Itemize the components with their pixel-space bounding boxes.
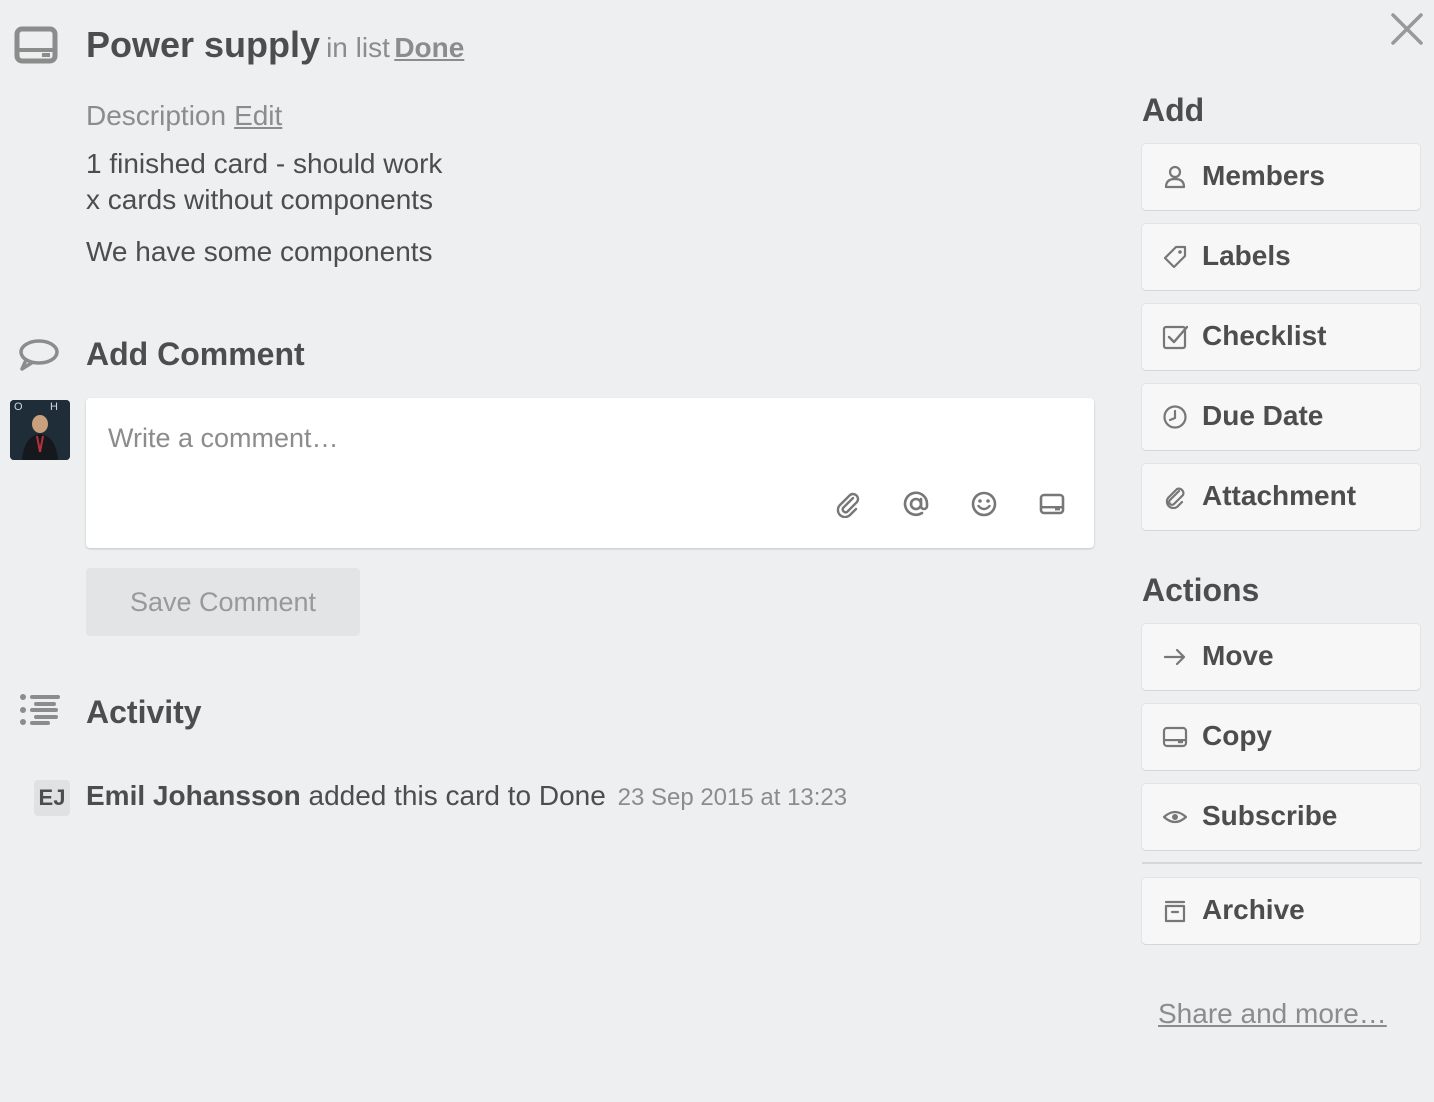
copy-label: Copy (1202, 720, 1272, 751)
paperclip-icon[interactable] (834, 490, 862, 518)
list-link[interactable]: Done (394, 32, 464, 63)
paperclip-icon (1162, 484, 1188, 510)
edit-description-link[interactable]: Edit (234, 100, 282, 131)
labels-label: Labels (1202, 240, 1291, 271)
activity-date[interactable]: 23 Sep 2015 at 13:23 (618, 784, 848, 811)
svg-text:O: O (14, 401, 23, 413)
activity-member[interactable]: Emil Johansson (86, 780, 301, 811)
in-list-text: in list (326, 32, 390, 63)
card-icon[interactable] (1038, 490, 1066, 518)
attachment-label: Attachment (1202, 480, 1357, 511)
description-label: Description (86, 100, 227, 131)
speech-bubble-icon (16, 336, 60, 376)
avatar[interactable]: O H (10, 400, 70, 460)
card-icon (14, 26, 58, 64)
sidebar-divider (1142, 862, 1422, 864)
description-line: We have some components (86, 236, 433, 267)
card-title-line: Power supply in list Done (86, 24, 464, 66)
description-header: Description Edit (86, 100, 282, 132)
actions-section-title: Actions (1142, 572, 1260, 608)
card-icon (1162, 724, 1188, 750)
activity-list-icon (16, 690, 60, 730)
clock-icon (1162, 404, 1188, 430)
activity-action: added this card to Done (308, 780, 606, 811)
tag-icon (1162, 244, 1188, 270)
activity-title: Activity (86, 694, 202, 730)
due-date-button[interactable]: Due Date (1142, 384, 1420, 450)
activity-entry: Emil Johansson added this card to Done 2… (86, 780, 847, 812)
add-section-title: Add (1142, 92, 1205, 128)
svg-text:H: H (50, 401, 58, 413)
members-label: Members (1202, 160, 1325, 191)
due-date-label: Due Date (1202, 400, 1324, 431)
archive-label: Archive (1202, 894, 1305, 925)
move-button[interactable]: Move (1142, 624, 1420, 690)
add-comment-title: Add Comment (86, 336, 305, 372)
save-comment-button[interactable]: Save Comment (86, 568, 360, 636)
copy-button[interactable]: Copy (1142, 704, 1420, 770)
comment-input[interactable] (108, 418, 808, 458)
checklist-label: Checklist (1202, 320, 1327, 351)
archive-button[interactable]: Archive (1142, 878, 1420, 944)
description-line: x cards without components (86, 184, 434, 215)
emoji-icon[interactable] (970, 490, 998, 518)
labels-button[interactable]: Labels (1142, 224, 1420, 290)
members-button[interactable]: Members (1142, 144, 1420, 210)
share-and-more-link[interactable]: Share and more… (1158, 998, 1387, 1030)
eye-icon (1162, 804, 1188, 830)
description-line: 1 finished card - should work (86, 148, 443, 179)
member-initials-badge[interactable]: EJ (34, 780, 70, 816)
subscribe-button[interactable]: Subscribe (1142, 784, 1420, 850)
checkbox-icon (1162, 324, 1188, 350)
person-icon (1162, 164, 1188, 190)
archive-icon (1162, 898, 1188, 924)
subscribe-label: Subscribe (1202, 800, 1338, 831)
close-icon[interactable] (1390, 12, 1424, 46)
card-title: Power supply (86, 24, 321, 65)
arrow-right-icon (1162, 644, 1188, 670)
comment-box (86, 398, 1094, 548)
mention-icon[interactable] (902, 490, 930, 518)
checklist-button[interactable]: Checklist (1142, 304, 1420, 370)
move-label: Move (1202, 640, 1274, 671)
attachment-button[interactable]: Attachment (1142, 464, 1420, 530)
